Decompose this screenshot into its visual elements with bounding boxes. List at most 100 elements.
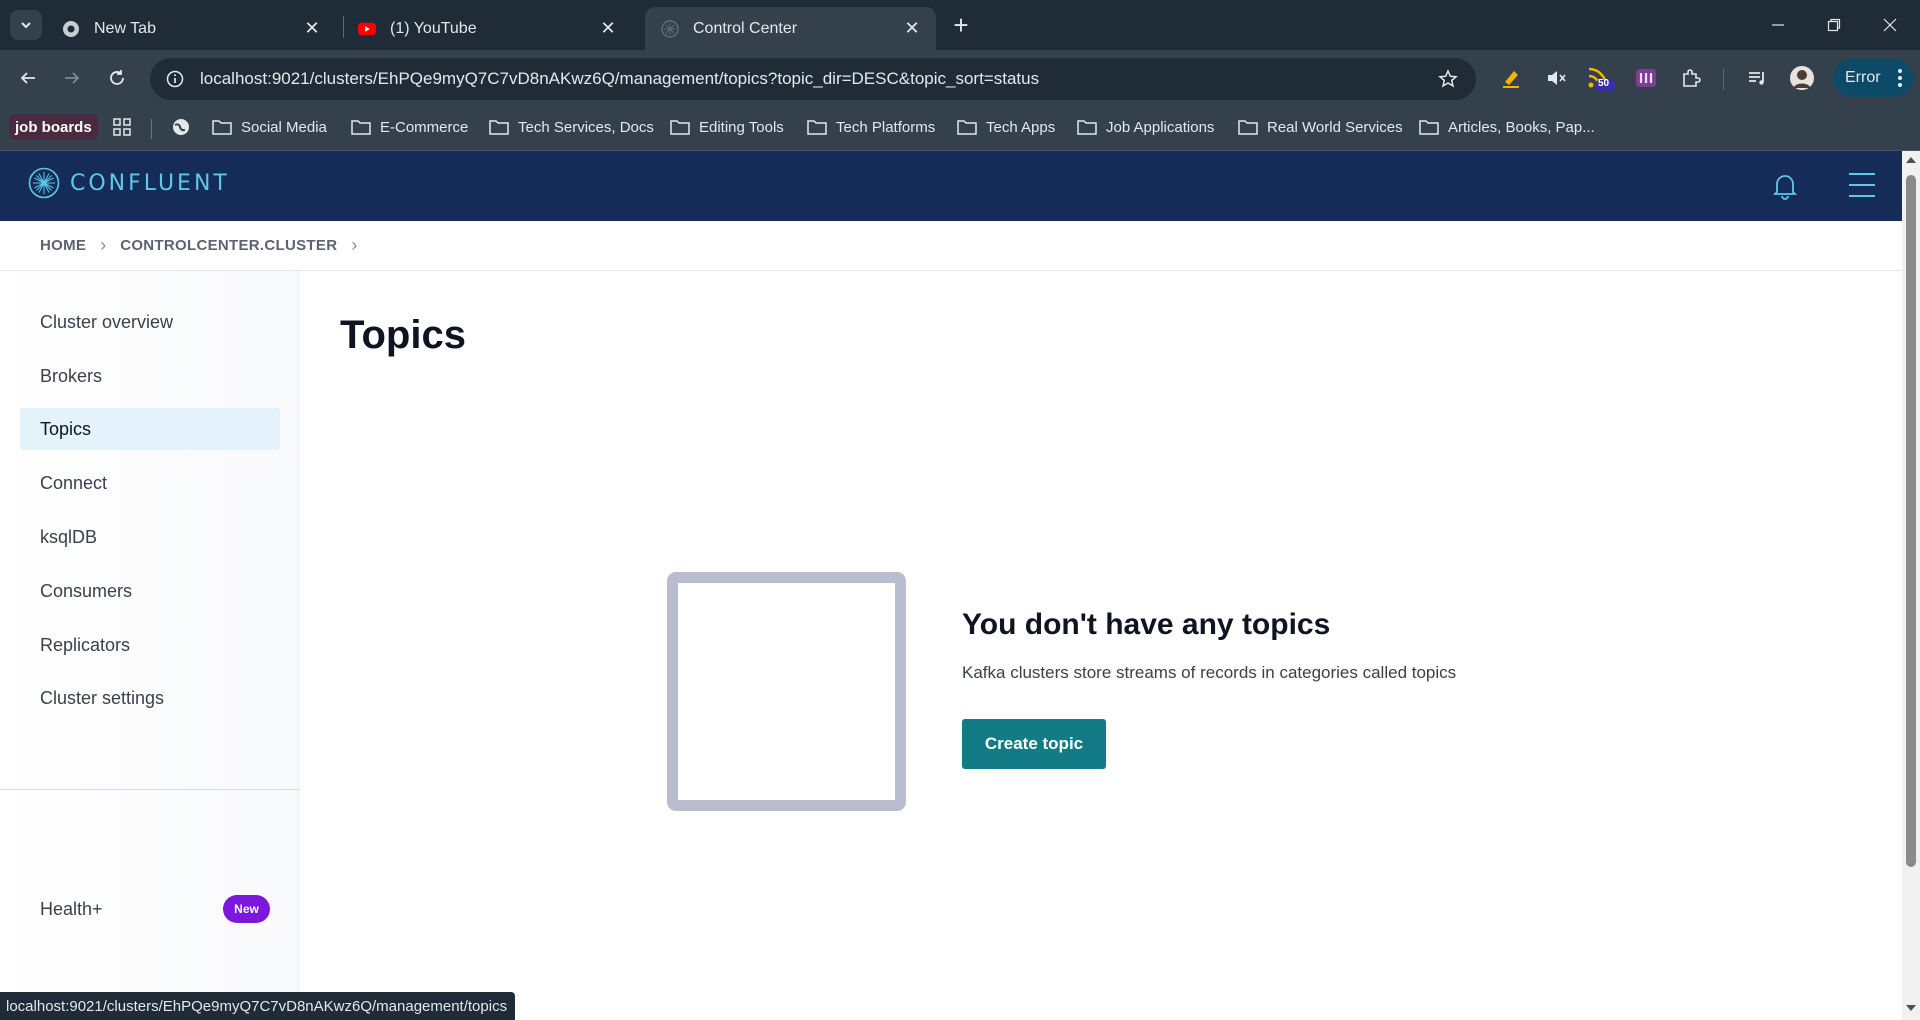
folder-icon [212,120,232,135]
bookmark-folder-label: E-Commerce [380,118,469,136]
close-icon [1883,18,1897,32]
sidebar-item-cluster-overview[interactable]: Cluster overview [20,301,280,343]
sidebar-item-health-plus[interactable]: Health+ [40,899,103,920]
folder-icon [957,120,977,135]
notifications-button[interactable] [1772,172,1798,205]
scroll-down-icon[interactable] [1905,1003,1917,1013]
sidebar-item-replicators[interactable]: Replicators [20,624,280,666]
bookmark-divider [151,119,152,139]
close-window-button[interactable] [1862,0,1918,50]
confluent-logo[interactable]: CONFLUENT [28,167,230,199]
close-tab-icon[interactable]: ✕ [302,18,322,39]
reader-extension-icon[interactable] [1630,62,1662,94]
chevron-right-icon: › [351,235,358,255]
brand-wordmark: CONFLUENT [70,170,230,196]
sidebar-item-consumers[interactable]: Consumers [20,570,280,612]
bookmark-folder-social-media[interactable]: Social Media [212,114,327,140]
bookmark-folder-tech-services[interactable]: Tech Services, Docs [489,114,654,140]
back-button[interactable] [12,62,44,94]
tab-search-button[interactable] [10,10,42,40]
bookmark-folder-editing-tools[interactable]: Editing Tools [670,114,784,140]
empty-state-illustration [667,572,906,811]
media-controls-icon[interactable] [1741,62,1773,94]
bookmark-folder-real-world-services[interactable]: Real World Services [1238,114,1403,140]
bookmark-folder-articles[interactable]: Articles, Books, Pap... [1419,114,1595,140]
browser-toolbar: localhost:9021/clusters/EhPQe9myQ7C7vD8n… [0,50,1920,107]
restore-icon [1827,18,1841,32]
tab-control-center[interactable]: Control Center ✕ [645,7,936,50]
minimize-button[interactable] [1750,0,1806,50]
folder-icon [351,120,371,135]
bookmark-job-boards[interactable]: job boards [9,114,98,140]
mute-extension-icon[interactable] [1540,62,1572,94]
create-topic-button[interactable]: Create topic [962,719,1106,769]
page-viewport: CONFLUENT HOME › CONTROLCENTER.CLUSTER ›… [0,151,1920,1020]
folder-icon [807,120,827,135]
address-bar[interactable]: localhost:9021/clusters/EhPQe9myQ7C7vD8n… [150,58,1476,100]
confluent-favicon-icon [661,19,679,38]
sidebar-item-connect[interactable]: Connect [20,462,280,504]
sidebar-item-brokers[interactable]: Brokers [20,355,280,397]
page-title: Topics [340,313,466,357]
restore-button[interactable] [1806,0,1862,50]
bookmark-folder-tech-platforms[interactable]: Tech Platforms [807,114,935,140]
bookmark-folder-job-applications[interactable]: Job Applications [1077,114,1214,140]
rss-badge-count: 50 [1598,78,1610,89]
new-badge: New [223,895,270,923]
breadcrumb-cluster[interactable]: CONTROLCENTER.CLUSTER [120,237,337,254]
folder-icon [1238,120,1258,135]
breadcrumb: HOME › CONTROLCENTER.CLUSTER › [0,221,1902,271]
highlighter-extension-icon[interactable] [1495,62,1527,94]
profile-avatar[interactable] [1786,62,1818,94]
close-tab-icon[interactable]: ✕ [902,18,922,39]
chevron-right-icon: › [100,235,107,255]
sidebar-item-topics[interactable]: Topics [20,408,280,450]
link-status-bar: localhost:9021/clusters/EhPQe9myQ7C7vD8n… [0,992,516,1020]
tab-title: (1) YouTube [390,19,477,37]
bookmarks-bar: job boards Social Media E-Commerce Tech … [0,107,1920,151]
scrollbar-thumb[interactable] [1906,175,1916,867]
extensions-puzzle-icon[interactable] [1675,62,1707,94]
tab-new-tab[interactable]: New Tab ✕ [46,7,336,50]
sidebar-item-cluster-settings[interactable]: Cluster settings [20,677,280,719]
bookmark-star-icon[interactable] [1428,59,1468,99]
arrow-left-icon [20,72,35,84]
main-menu-button[interactable] [1849,172,1875,203]
folder-icon [670,120,690,135]
bookmark-folder-label: Editing Tools [699,118,784,136]
youtube-icon [358,20,376,38]
breadcrumb-home[interactable]: HOME [40,237,86,254]
globe-icon[interactable] [171,114,200,140]
site-info-icon[interactable] [154,58,196,100]
minimize-icon [1772,24,1784,26]
apps-grid-icon[interactable] [112,114,141,140]
tab-youtube[interactable]: (1) YouTube ✕ [342,7,632,50]
hamburger-menu-icon [1849,173,1875,197]
bookmark-folder-label: Tech Apps [986,118,1056,136]
url-text: localhost:9021/clusters/EhPQe9myQ7C7vD8n… [200,69,1040,88]
chrome-icon [62,20,80,38]
folder-icon [1419,120,1439,135]
sidebar-item-ksqldb[interactable]: ksqlDB [20,516,280,558]
folder-icon [1077,120,1097,135]
bookmark-folder-tech-apps[interactable]: Tech Apps [957,114,1055,140]
forward-button[interactable] [56,62,88,94]
tab-title: Control Center [693,19,798,37]
bookmark-folder-e-commerce[interactable]: E-Commerce [351,114,468,140]
folder-icon [489,120,509,135]
bell-icon [1772,175,1798,200]
bookmark-folder-label: Real World Services [1267,118,1403,136]
profile-error-button[interactable]: Error [1833,59,1913,97]
sidebar-edge [295,271,300,1020]
scroll-up-icon[interactable] [1905,155,1917,165]
close-tab-icon[interactable]: ✕ [598,18,618,39]
rss-extension-icon[interactable]: 50 [1584,62,1616,94]
browser-tab-strip: New Tab ✕ (1) YouTube ✕ Control Center ✕… [0,0,1920,50]
reload-button[interactable] [101,62,133,94]
app-header: CONFLUENT [0,151,1902,221]
sidebar: Cluster overview Brokers Topics Connect … [0,271,300,1020]
toolbar-divider [1723,68,1724,90]
bookmark-folder-label: Social Media [241,118,327,136]
new-tab-button[interactable]: + [946,10,976,40]
bookmark-folder-label: Tech Services, Docs [518,118,654,136]
